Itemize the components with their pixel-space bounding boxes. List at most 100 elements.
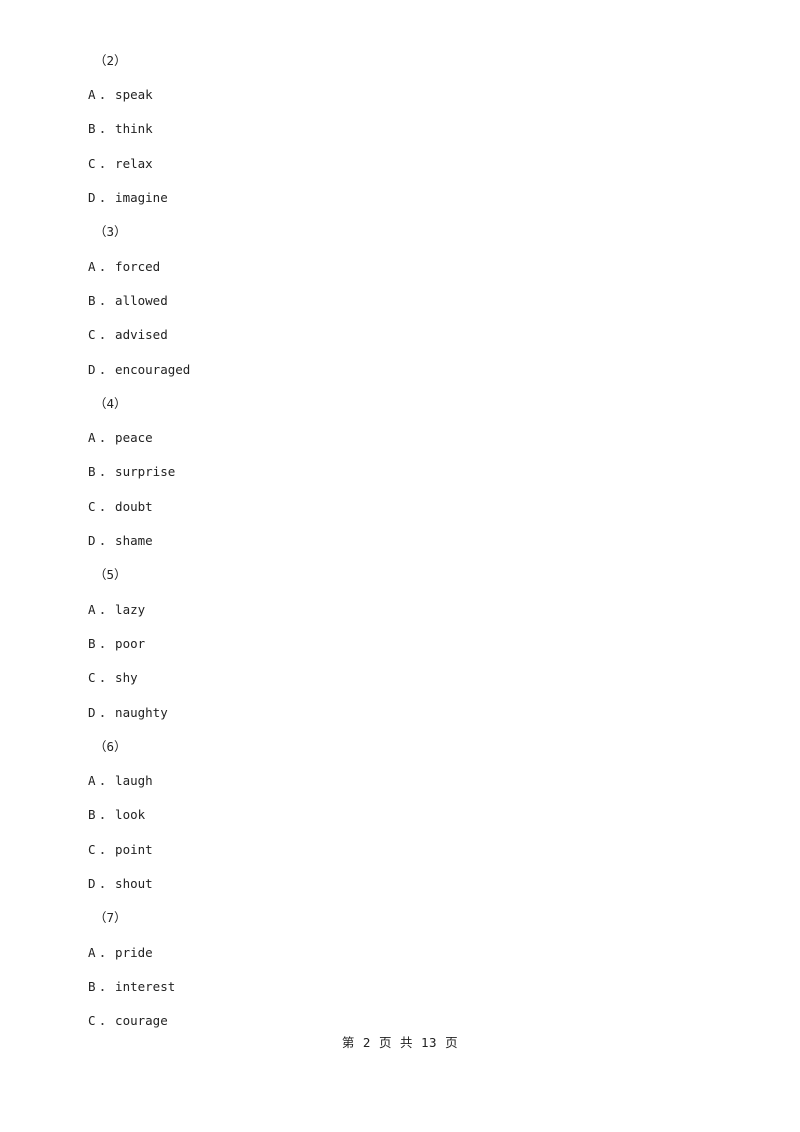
option-separator: ． xyxy=(99,87,113,103)
option-letter: B xyxy=(88,121,96,137)
option-item[interactable]: C ． advised xyxy=(88,318,708,352)
option-text: courage xyxy=(115,1013,168,1029)
option-item[interactable]: B ． interest xyxy=(88,970,708,1004)
document-page: （2） A ． speak B ． think C ． relax D ． im… xyxy=(0,0,800,1132)
option-letter: C xyxy=(88,670,96,686)
option-text: forced xyxy=(115,258,161,274)
option-letter: B xyxy=(88,292,96,308)
option-letter: C xyxy=(88,498,96,514)
question-number: （2） xyxy=(94,52,127,68)
option-text: shame xyxy=(115,533,153,549)
option-separator: ． xyxy=(99,292,113,308)
option-separator: ． xyxy=(99,1013,113,1029)
option-item[interactable]: D ． encouraged xyxy=(88,353,708,387)
option-separator: ． xyxy=(99,464,113,480)
option-text: pride xyxy=(115,944,153,960)
option-text: encouraged xyxy=(115,361,191,377)
option-item[interactable]: B ． allowed xyxy=(88,284,708,318)
option-separator: ． xyxy=(99,773,113,789)
option-text: laugh xyxy=(115,773,153,789)
option-text: relax xyxy=(115,155,153,171)
option-letter: A xyxy=(88,601,96,617)
option-item[interactable]: A ． lazy xyxy=(88,593,708,627)
question-number: （7） xyxy=(94,910,127,926)
option-separator: ． xyxy=(99,327,113,343)
option-text: think xyxy=(115,121,153,137)
option-item[interactable]: D ． shout xyxy=(88,867,708,901)
option-separator: ． xyxy=(99,876,113,892)
option-text: point xyxy=(115,841,153,857)
option-letter: A xyxy=(88,944,96,960)
question-block: （6） A ． laugh B ． look C ． point D ． sho… xyxy=(88,730,708,901)
option-letter: C xyxy=(88,841,96,857)
option-separator: ． xyxy=(99,361,113,377)
option-text: poor xyxy=(115,635,146,651)
option-separator: ． xyxy=(99,635,113,651)
option-text: doubt xyxy=(115,498,153,514)
question-number: （6） xyxy=(94,738,127,754)
option-item[interactable]: A ． peace xyxy=(88,421,708,455)
option-text: naughty xyxy=(115,704,168,720)
option-letter: D xyxy=(88,876,96,892)
option-text: advised xyxy=(115,327,168,343)
option-separator: ． xyxy=(99,430,113,446)
option-letter: B xyxy=(88,978,96,994)
option-separator: ． xyxy=(99,498,113,514)
question-block: （5） A ． lazy B ． poor C ． shy D ． naught… xyxy=(88,558,708,729)
option-letter: A xyxy=(88,87,96,103)
option-separator: ． xyxy=(99,704,113,720)
option-separator: ． xyxy=(99,978,113,994)
option-item[interactable]: B ． surprise xyxy=(88,456,708,490)
option-separator: ． xyxy=(99,121,113,137)
option-item[interactable]: B ． think xyxy=(88,113,708,147)
option-item[interactable]: A ． forced xyxy=(88,250,708,284)
option-item[interactable]: D ． naughty xyxy=(88,696,708,730)
option-letter: D xyxy=(88,190,96,206)
option-text: shy xyxy=(115,670,138,686)
option-text: imagine xyxy=(115,190,168,206)
option-separator: ． xyxy=(99,944,113,960)
option-separator: ． xyxy=(99,190,113,206)
option-item[interactable]: D ． shame xyxy=(88,524,708,558)
option-text: look xyxy=(115,807,146,823)
option-separator: ． xyxy=(99,155,113,171)
option-separator: ． xyxy=(99,841,113,857)
option-item[interactable]: B ． poor xyxy=(88,627,708,661)
option-letter: A xyxy=(88,430,96,446)
question-block: （7） A ． pride B ． interest C ． courage xyxy=(88,901,708,1038)
question-number: （5） xyxy=(94,567,127,583)
option-text: allowed xyxy=(115,292,168,308)
option-item[interactable]: A ． laugh xyxy=(88,764,708,798)
option-letter: B xyxy=(88,464,96,480)
option-letter: A xyxy=(88,773,96,789)
option-letter: A xyxy=(88,258,96,274)
option-item[interactable]: C ． point xyxy=(88,833,708,867)
option-letter: B xyxy=(88,807,96,823)
option-separator: ． xyxy=(99,258,113,274)
question-block: （4） A ． peace B ． surprise C ． doubt D ．… xyxy=(88,387,708,558)
option-letter: D xyxy=(88,704,96,720)
option-letter: B xyxy=(88,635,96,651)
option-text: lazy xyxy=(115,601,146,617)
option-item[interactable]: A ． speak xyxy=(88,78,708,112)
option-letter: C xyxy=(88,155,96,171)
option-separator: ． xyxy=(99,807,113,823)
option-separator: ． xyxy=(99,670,113,686)
question-block: （2） A ． speak B ． think C ． relax D ． im… xyxy=(88,44,708,215)
option-item[interactable]: C ． relax xyxy=(88,147,708,181)
option-item[interactable]: A ． pride xyxy=(88,936,708,970)
option-separator: ． xyxy=(99,533,113,549)
question-number: （4） xyxy=(94,395,127,411)
option-letter: C xyxy=(88,1013,96,1029)
option-item[interactable]: C ． shy xyxy=(88,661,708,695)
option-text: shout xyxy=(115,876,153,892)
option-text: speak xyxy=(115,87,153,103)
option-item[interactable]: C ． doubt xyxy=(88,490,708,524)
option-item[interactable]: B ． look xyxy=(88,799,708,833)
option-text: surprise xyxy=(115,464,176,480)
option-item[interactable]: D ． imagine xyxy=(88,181,708,215)
page-footer: 第 2 页 共 13 页 xyxy=(341,1035,459,1050)
option-letter: D xyxy=(88,361,96,377)
option-separator: ． xyxy=(99,601,113,617)
option-letter: D xyxy=(88,533,96,549)
